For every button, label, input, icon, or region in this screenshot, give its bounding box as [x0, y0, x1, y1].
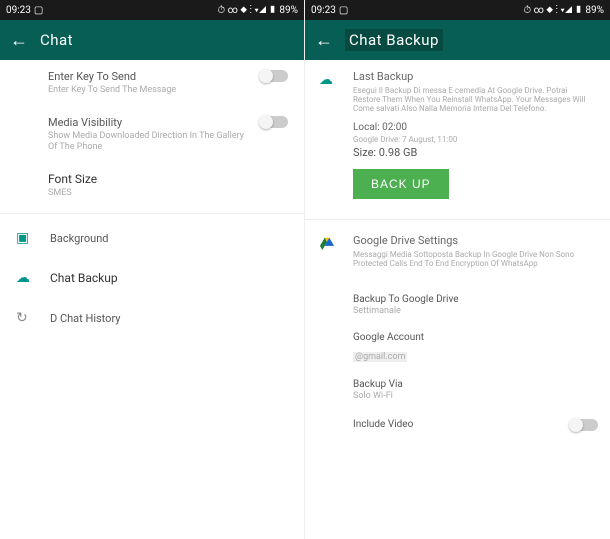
setting-title: Backup To Google Drive [353, 294, 594, 305]
back-icon[interactable]: ← [315, 30, 333, 51]
toggle-enter-key[interactable] [260, 70, 288, 82]
setting-include-video[interactable]: Include Video [305, 409, 610, 441]
screen-chat-settings: 09:23 ▢ ⏱ ∞ ⬥ ⁝ ▾◢ ▮ 89% ← Chat Enter Ke… [0, 0, 305, 539]
status-notify-icon: ▢ [339, 5, 348, 16]
setting-font-size[interactable]: Font Size SMES [0, 162, 304, 209]
gdrive-settings-title: Google Drive Settings [353, 234, 594, 247]
divider [305, 219, 610, 220]
nav-chat-history[interactable]: ↻ D Chat History [0, 298, 304, 338]
setting-title: Media Visibility [48, 116, 254, 129]
setting-value: @gmail.com [353, 352, 407, 362]
setting-media-visibility[interactable]: Media Visibility Show Media Downloaded D… [0, 106, 304, 163]
status-notify-icon: ▢ [34, 5, 43, 16]
font-size-value: SMES [48, 188, 288, 199]
image-icon: ▣ [16, 230, 34, 246]
screen-chat-backup: 09:23 ▢ ⏱ ∞ ⬥ ⁝ ▾◢ ▮ 89% ← Chat Backup ☁… [305, 0, 610, 539]
status-time: 09:23 [6, 5, 31, 16]
nav-chat-backup[interactable]: ☁ Chat Backup [0, 258, 304, 298]
setting-title: Backup Via [353, 379, 594, 390]
setting-desc: Enter Key To Send The Message [48, 85, 254, 96]
setting-google-account[interactable]: Google Account @gmail.com [305, 324, 610, 371]
nav-background[interactable]: ▣ Background [0, 218, 304, 258]
status-battery: 89% [279, 5, 298, 16]
last-backup-desc: Esegui Il Backup Di messa E cemedia At G… [353, 86, 594, 114]
gdrive-settings-desc: Messaggi Media Sottoposta Backup In Goog… [353, 250, 594, 268]
status-bar: 09:23 ▢ ⏱ ∞ ⬥ ⁝ ▾◢ ▮ 89% [305, 0, 610, 20]
toggle-media-visibility[interactable] [260, 116, 288, 128]
toggle-include-video[interactable] [570, 419, 598, 431]
status-icon: ⏱ ∞ ⬥ ⁝ ▾◢ ▮ [217, 5, 276, 16]
setting-backup-via[interactable]: Backup Via Solo Wi-Fi [305, 371, 610, 409]
gdrive-time: Google Drive: 7 August, 11:00 [353, 135, 594, 144]
status-icon: ⏱ ∞ ⬥ ⁝ ▾◢ ▮ [523, 5, 582, 16]
cloud-icon: ☁ [319, 72, 333, 88]
divider [0, 213, 304, 214]
setting-enter-key[interactable]: Enter Key To Send Enter Key To Send The … [0, 60, 304, 106]
nav-label: D Chat History [50, 312, 120, 325]
nav-label: Background [50, 232, 108, 245]
setting-backup-to-gdrive[interactable]: Backup To Google Drive Settimanale [305, 286, 610, 324]
local-time: Local: 02:00 [353, 122, 594, 133]
setting-title: Enter Key To Send [48, 70, 254, 83]
status-time: 09:23 [311, 5, 336, 16]
setting-title: Include Video [353, 419, 594, 430]
nav-label: Chat Backup [50, 271, 118, 285]
back-icon[interactable]: ← [10, 30, 28, 51]
backup-button[interactable]: BACK UP [353, 169, 449, 199]
status-bar: 09:23 ▢ ⏱ ∞ ⬥ ⁝ ▾◢ ▮ 89% [0, 0, 304, 20]
font-size-title: Font Size [48, 172, 288, 186]
page-title: Chat Backup [345, 29, 443, 51]
last-backup-title: Last Backup [353, 70, 594, 83]
setting-title: Google Account [353, 332, 594, 343]
setting-desc: Show Media Downloaded Direction In The G… [48, 131, 254, 153]
page-title: Chat [40, 31, 73, 49]
app-bar: ← Chat [0, 20, 304, 60]
cloud-icon: ☁ [16, 270, 34, 286]
setting-value: Settimanale [353, 306, 594, 316]
history-icon: ↻ [16, 310, 34, 326]
backup-size: Size: 0.98 GB [353, 146, 594, 159]
section-last-backup: ☁ Last Backup Esegui Il Backup Di messa … [305, 60, 610, 215]
section-gdrive-settings: Google Drive Settings Messaggi Media Sot… [305, 224, 610, 286]
status-battery: 89% [585, 5, 604, 16]
app-bar: ← Chat Backup [305, 20, 610, 60]
drive-icon [319, 236, 335, 250]
setting-value: Solo Wi-Fi [353, 391, 594, 401]
